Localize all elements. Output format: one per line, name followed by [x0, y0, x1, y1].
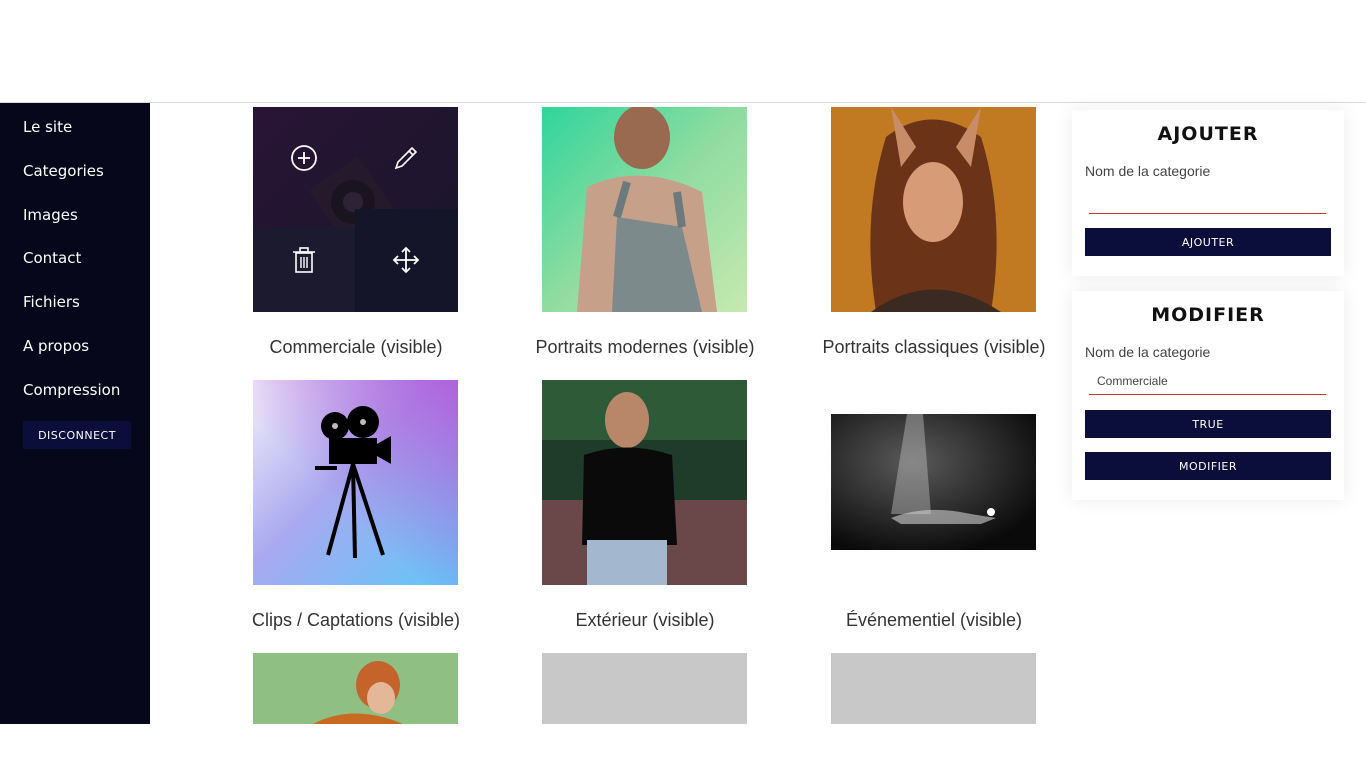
- category-thumbnail[interactable]: [831, 107, 1036, 312]
- edit-category-name-input[interactable]: [1089, 367, 1326, 395]
- sidebar-item-images[interactable]: Images: [23, 206, 78, 224]
- sidebar-item-categories[interactable]: Categories: [23, 162, 104, 180]
- category-thumbnail[interactable]: [253, 107, 458, 312]
- category-caption: Portraits modernes (visible): [535, 337, 755, 357]
- sidebar-item-le-site[interactable]: Le site: [23, 118, 72, 136]
- portrait-overalls-image: [542, 107, 747, 312]
- sidebar-item-fichiers[interactable]: Fichiers: [23, 293, 80, 311]
- edit-category-panel: MODIFIER Nom de la categorie TRUE MODIFI…: [1072, 291, 1344, 500]
- category-thumbnail-placeholder[interactable]: [831, 653, 1036, 724]
- film-camera-gradient-image: [253, 380, 458, 585]
- add-category-panel: AJOUTER Nom de la categorie AJOUTER: [1072, 110, 1344, 276]
- sidebar-item-compression[interactable]: Compression: [23, 381, 120, 399]
- top-header-bar: [0, 0, 1366, 103]
- stage-spotlight-image: [831, 414, 1036, 550]
- edit-panel-title: MODIFIER: [1151, 304, 1265, 326]
- category-caption: Portraits classiques (visible): [822, 337, 1046, 357]
- add-category-name-input[interactable]: [1089, 186, 1326, 214]
- category-thumbnail[interactable]: [542, 107, 747, 312]
- edit-category-button[interactable]: MODIFIER: [1085, 452, 1331, 480]
- portrait-outdoor-image: [542, 380, 747, 585]
- add-panel-title: AJOUTER: [1157, 123, 1259, 145]
- visibility-toggle-button[interactable]: TRUE: [1085, 410, 1331, 438]
- category-caption: Extérieur (visible): [575, 610, 715, 630]
- disconnect-button[interactable]: DISCONNECT: [23, 421, 131, 449]
- category-thumbnail-placeholder[interactable]: [542, 653, 747, 724]
- category-thumbnail[interactable]: [253, 653, 458, 724]
- edit-category-name-label: Nom de la categorie: [1085, 344, 1211, 360]
- add-category-name-label: Nom de la categorie: [1085, 163, 1211, 179]
- category-thumbnail[interactable]: [542, 380, 747, 585]
- sidebar-item-contact[interactable]: Contact: [23, 249, 81, 267]
- category-caption: Clips / Captations (visible): [251, 610, 461, 630]
- plus-circle-icon[interactable]: [253, 107, 355, 209]
- trash-icon[interactable]: [253, 209, 355, 311]
- add-category-button[interactable]: AJOUTER: [1085, 228, 1331, 256]
- category-thumbnail[interactable]: [831, 414, 1036, 550]
- category-thumbnail[interactable]: [253, 380, 458, 585]
- pencil-icon[interactable]: [355, 107, 457, 209]
- sidebar-item-a-propos[interactable]: A propos: [23, 337, 89, 355]
- portrait-curly-hair-image: [253, 653, 458, 724]
- move-arrows-icon[interactable]: [355, 209, 457, 311]
- category-caption: Commerciale (visible): [269, 337, 443, 357]
- category-caption: Événementiel (visible): [845, 610, 1023, 630]
- admin-sidebar: Le site Categories Images Contact Fichie…: [0, 103, 150, 724]
- portrait-woman-image: [831, 107, 1036, 312]
- tile-action-overlay: [253, 107, 458, 312]
